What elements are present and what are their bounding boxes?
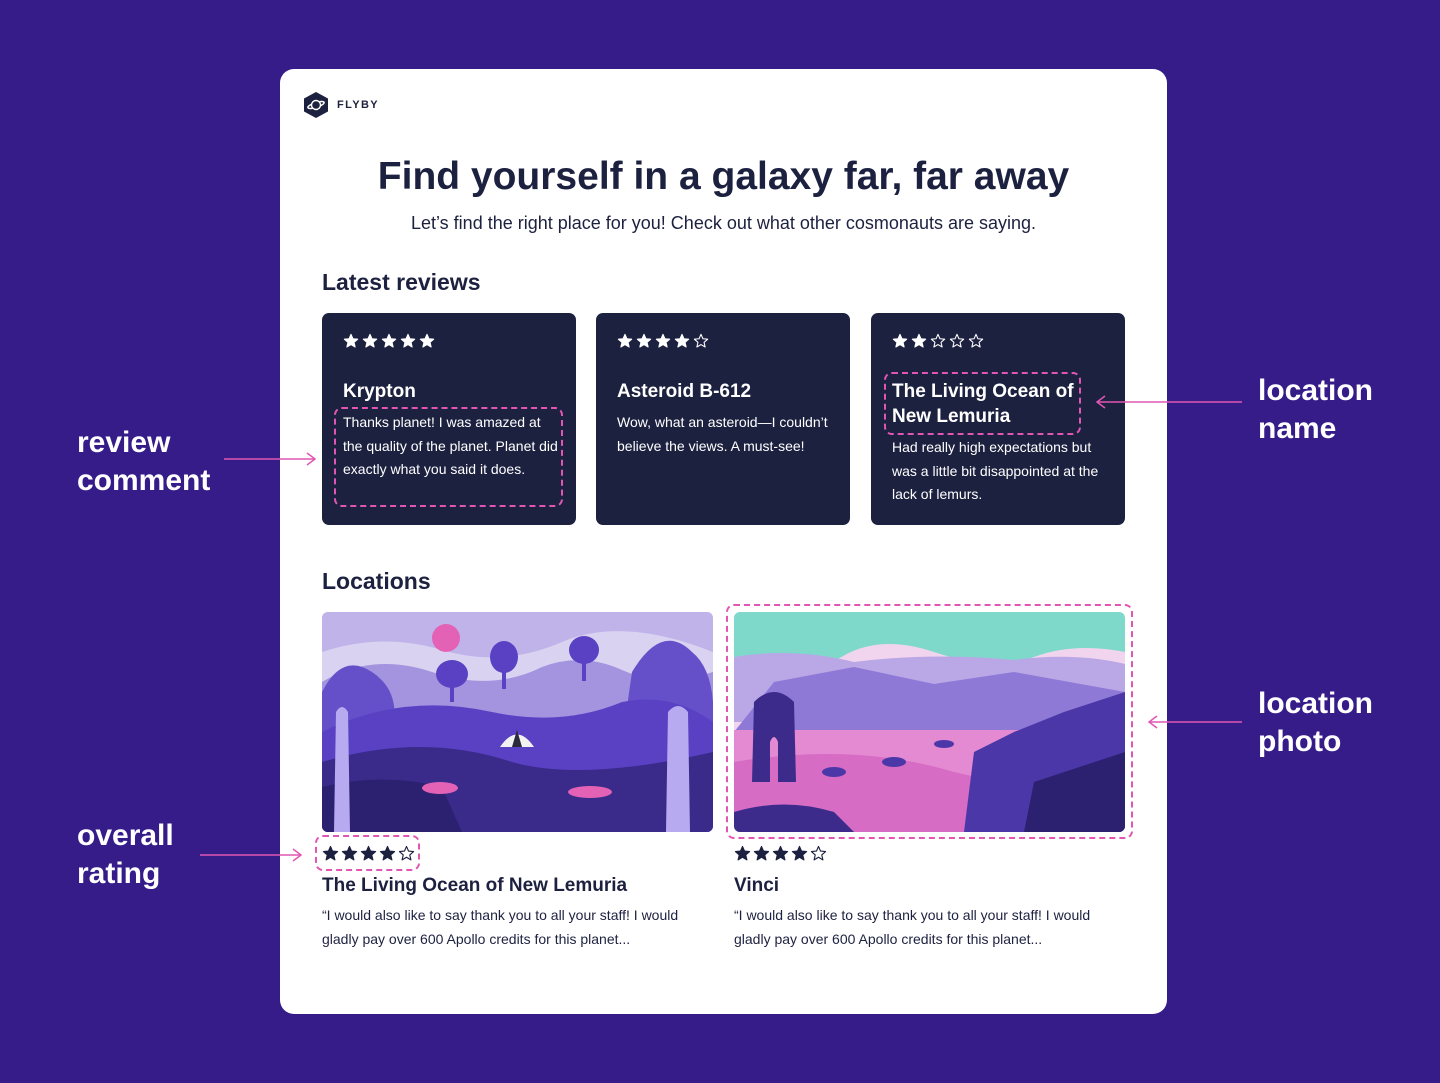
- star-filled-icon: [419, 333, 435, 348]
- locations-heading: Locations: [322, 568, 431, 594]
- review-rating: [617, 333, 709, 349]
- arrow-left-icon: [1095, 395, 1242, 409]
- latest-reviews-heading: Latest reviews: [322, 269, 481, 295]
- location-quote: “I would also like to say thank you to a…: [322, 907, 679, 947]
- annotation-location-name: location name: [1258, 374, 1374, 445]
- star-filled-icon: [400, 333, 416, 348]
- star-filled-icon: [892, 333, 908, 348]
- location-photo[interactable]: [322, 612, 713, 832]
- star-outline-icon: [810, 845, 827, 861]
- star-filled-icon: [362, 333, 378, 348]
- star-filled-icon: [791, 845, 808, 861]
- review-comment: Had really high expectations but was a l…: [892, 439, 1099, 502]
- planet-hexagon-icon: [304, 92, 328, 118]
- brand[interactable]: FLYBY: [303, 91, 379, 119]
- star-outline-icon: [930, 333, 946, 348]
- star-filled-icon: [734, 845, 751, 861]
- review-comment: Wow, what an asteroid—I couldn’t believe…: [617, 414, 828, 454]
- star-filled-icon: [655, 333, 671, 348]
- star-outline-icon: [968, 333, 984, 348]
- star-filled-icon: [772, 845, 789, 861]
- arrow-left-icon: [1147, 715, 1242, 729]
- location-name[interactable]: The Living Ocean of New Lemuria: [322, 875, 627, 897]
- page-title: Find yourself in a galaxy far, far away: [377, 155, 1070, 198]
- page-subtitle: Let’s find the right place for you! Chec…: [410, 213, 1037, 233]
- star-filled-icon: [617, 333, 633, 348]
- location-photo-highlight: [726, 604, 1133, 839]
- review-location-name: Asteroid B-612: [617, 381, 752, 402]
- brand-name: FLYBY: [337, 99, 380, 111]
- review-rating: [343, 333, 435, 349]
- location-name[interactable]: Vinci: [734, 875, 779, 897]
- review-location-name: Krypton: [343, 381, 416, 402]
- review-comment-highlight: [334, 407, 563, 507]
- annotation-location-photo: location photo: [1258, 687, 1374, 758]
- location-rating: [734, 845, 827, 862]
- star-outline-icon: [693, 333, 709, 348]
- main-card: FLYBY Find yourself in a galaxy far, far…: [280, 69, 1167, 1014]
- location-quote: “I would also like to say thank you to a…: [734, 907, 1091, 947]
- alien-forest-illustration: [322, 612, 713, 832]
- review-rating: [892, 333, 984, 349]
- review-card[interactable]: Asteroid B-612 Wow, what an asteroid—I c…: [596, 313, 850, 525]
- star-filled-icon: [674, 333, 690, 348]
- star-filled-icon: [753, 845, 770, 861]
- star-outline-icon: [949, 333, 965, 348]
- annotation-review-comment: review comment: [77, 426, 211, 497]
- arrow-right-icon: [200, 848, 303, 862]
- star-filled-icon: [636, 333, 652, 348]
- overall-rating-highlight: [315, 835, 420, 871]
- star-filled-icon: [911, 333, 927, 348]
- location-name-highlight: [884, 372, 1081, 435]
- arrow-right-icon: [224, 452, 317, 466]
- star-filled-icon: [343, 333, 359, 348]
- star-filled-icon: [381, 333, 397, 348]
